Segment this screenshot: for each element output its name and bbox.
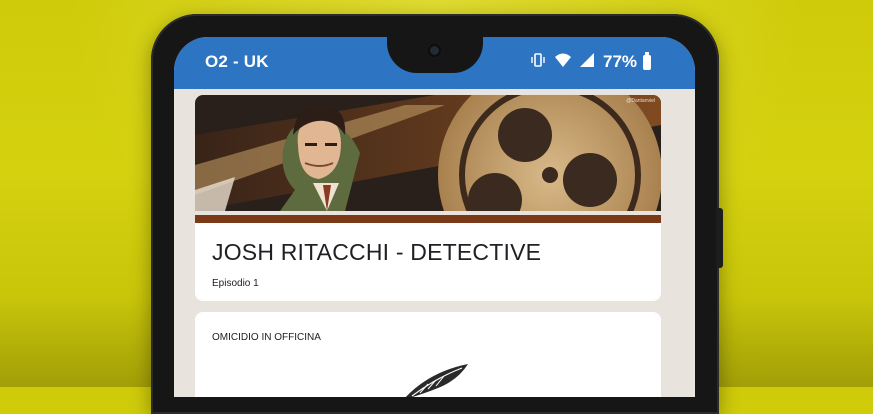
form-canvas[interactable]: @Dantanviel JOSH RITACCHI - DETECTIVE Ep…: [174, 89, 695, 397]
question-image: [398, 362, 478, 397]
battery-icon: [643, 51, 652, 70]
phone-screen: O2 - UK 77% @Dantanviel JOSH RITACCHI - …: [174, 37, 695, 397]
form-title-card: JOSH RITACCHI - DETECTIVE Episodio 1: [195, 215, 661, 301]
battery-percent: 77%: [603, 52, 638, 71]
vibrate-icon: [530, 52, 546, 73]
display-notch: [387, 37, 483, 73]
signal-icon: [580, 52, 595, 73]
status-icons: 77%: [530, 51, 652, 73]
wifi-icon: [554, 52, 572, 73]
form-title: JOSH RITACCHI - DETECTIVE: [212, 239, 542, 265]
phone-side-button: [716, 208, 723, 268]
form-description: Episodio 1: [212, 278, 259, 289]
front-camera: [428, 44, 441, 57]
status-bar: O2 - UK 77%: [174, 37, 695, 89]
form-header-image: @Dantanviel: [195, 95, 661, 211]
carrier-label: O2 - UK: [205, 52, 269, 71]
question-card[interactable]: OMICIDIO IN OFFICINA: [195, 312, 661, 397]
question-title: OMICIDIO IN OFFICINA: [212, 332, 321, 343]
header-image-credit: @Dantanviel: [626, 98, 655, 104]
